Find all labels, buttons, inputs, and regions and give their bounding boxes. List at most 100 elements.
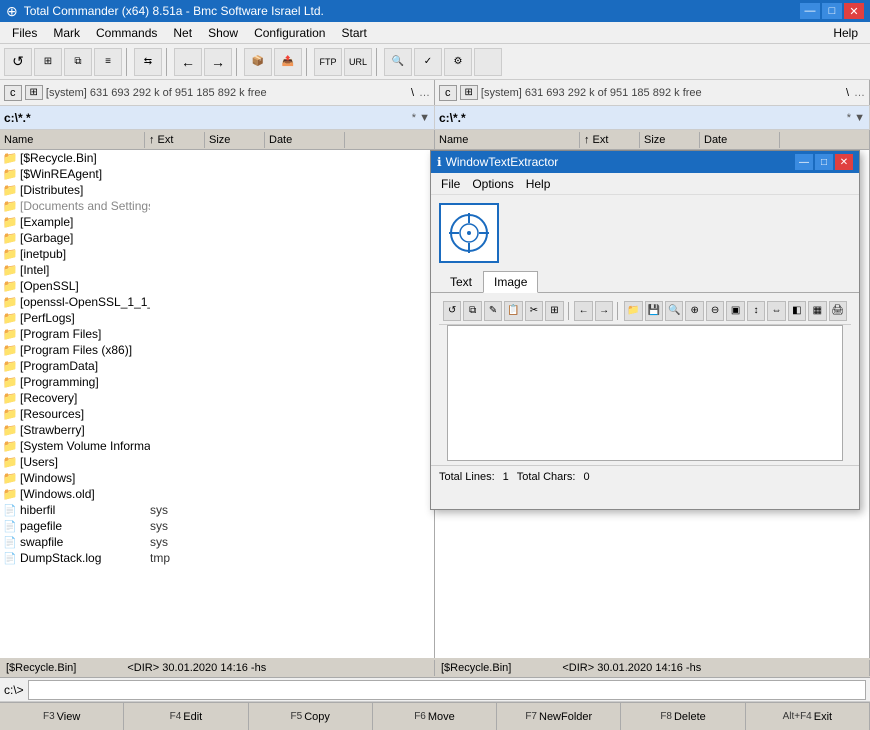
list-item[interactable]: 📁[Documents and Settings] bbox=[0, 198, 434, 214]
right-col-date[interactable]: Date bbox=[700, 132, 780, 148]
wte-tb-copy[interactable]: ⧉ bbox=[463, 301, 481, 321]
list-item[interactable]: 📁[System Volume Information] bbox=[0, 438, 434, 454]
wte-tb-edit[interactable]: ✎ bbox=[484, 301, 502, 321]
fkey-f7[interactable]: F7 NewFolder bbox=[497, 703, 621, 730]
cmd-input[interactable] bbox=[28, 680, 866, 700]
right-col-size[interactable]: Size bbox=[640, 132, 700, 148]
menu-files[interactable]: Files bbox=[4, 24, 45, 42]
list-item[interactable]: 📁[Strawberry] bbox=[0, 422, 434, 438]
list-item[interactable]: 📁[Garbage] bbox=[0, 230, 434, 246]
list-item[interactable]: 📄DumpStack.logtmp bbox=[0, 550, 434, 566]
right-col-name[interactable]: Name bbox=[435, 132, 580, 148]
tb-back[interactable]: ← bbox=[174, 48, 202, 76]
menu-commands[interactable]: Commands bbox=[88, 24, 165, 42]
wte-tb-refresh[interactable]: ↺ bbox=[443, 301, 461, 321]
tb-forward[interactable]: → bbox=[204, 48, 232, 76]
right-network-button[interactable]: ⊞ bbox=[460, 85, 478, 100]
wte-menu-file[interactable]: File bbox=[435, 175, 466, 193]
left-network-button[interactable]: ⊞ bbox=[25, 85, 43, 100]
list-item[interactable]: 📁[Recovery] bbox=[0, 390, 434, 406]
list-item[interactable]: 📁[Intel] bbox=[0, 262, 434, 278]
list-item[interactable]: 📁[Example] bbox=[0, 214, 434, 230]
close-button[interactable]: ✕ bbox=[844, 3, 864, 19]
menu-mark[interactable]: Mark bbox=[45, 24, 88, 42]
tb-properties[interactable]: ⚙ bbox=[444, 48, 472, 76]
wte-close[interactable]: ✕ bbox=[835, 154, 853, 170]
list-item[interactable]: 📄pagefilesys bbox=[0, 518, 434, 534]
wte-content-display[interactable] bbox=[447, 325, 843, 461]
list-item[interactable]: 📄hiberfilsys bbox=[0, 502, 434, 518]
wte-tb-fwd[interactable]: → bbox=[595, 301, 613, 321]
list-item[interactable]: 📁[Users] bbox=[0, 454, 434, 470]
left-col-name[interactable]: Name bbox=[0, 132, 145, 148]
tb-ftp[interactable]: FTP bbox=[314, 48, 342, 76]
list-item[interactable]: 📁[Program Files (x86)] bbox=[0, 342, 434, 358]
tb-copy-names[interactable]: ⧉ bbox=[64, 48, 92, 76]
left-file-panel[interactable]: 📁[$Recycle.Bin]📁[$WinREAgent]📁[Distribut… bbox=[0, 150, 435, 658]
maximize-button[interactable]: □ bbox=[822, 3, 842, 19]
menu-start[interactable]: Start bbox=[333, 24, 374, 42]
wte-tb-split[interactable]: ◧ bbox=[788, 301, 806, 321]
minimize-button[interactable]: — bbox=[800, 3, 820, 19]
tb-pack[interactable]: 📦 bbox=[244, 48, 272, 76]
wte-tb-print[interactable]: 🖨 bbox=[829, 301, 847, 321]
tb-refresh[interactable]: ↺ bbox=[4, 48, 32, 76]
tb-empty[interactable] bbox=[474, 48, 502, 76]
list-item[interactable]: 📁[Windows] bbox=[0, 470, 434, 486]
wte-tb-cut[interactable]: ✂ bbox=[525, 301, 543, 321]
tb-url[interactable]: URL bbox=[344, 48, 372, 76]
tb-select[interactable]: ✓ bbox=[414, 48, 442, 76]
menu-help[interactable]: Help bbox=[825, 24, 866, 42]
wte-maximize[interactable]: □ bbox=[815, 154, 833, 170]
wte-tb-grid[interactable]: ▦ bbox=[808, 301, 826, 321]
wte-tb-back[interactable]: ← bbox=[574, 301, 592, 321]
tb-find[interactable]: 🔍 bbox=[384, 48, 412, 76]
list-item[interactable]: 📁[Distributes] bbox=[0, 182, 434, 198]
tb-unpack[interactable]: 📤 bbox=[274, 48, 302, 76]
list-item[interactable]: 📁[inetpub] bbox=[0, 246, 434, 262]
list-item[interactable]: 📁[Program Files] bbox=[0, 326, 434, 342]
wte-menu-options[interactable]: Options bbox=[466, 175, 519, 193]
list-item[interactable]: 📄swapfilesys bbox=[0, 534, 434, 550]
fkey-f6[interactable]: F6 Move bbox=[373, 703, 497, 730]
fkey-f4[interactable]: F4 Edit bbox=[124, 703, 248, 730]
fkey-f5[interactable]: F5 Copy bbox=[249, 703, 373, 730]
menu-show[interactable]: Show bbox=[200, 24, 246, 42]
menu-net[interactable]: Net bbox=[165, 24, 200, 42]
wte-tab-text[interactable]: Text bbox=[439, 271, 483, 293]
wte-tb-fithoriz[interactable]: ⇔ bbox=[767, 301, 785, 321]
wte-crosshair-box[interactable] bbox=[439, 203, 499, 263]
tb-view-list[interactable]: ≡ bbox=[94, 48, 122, 76]
wte-tb-view[interactable]: ⊞ bbox=[545, 301, 563, 321]
list-item[interactable]: 📁[Programming] bbox=[0, 374, 434, 390]
list-item[interactable]: 📁[OpenSSL] bbox=[0, 278, 434, 294]
fkey-f8[interactable]: F8 Delete bbox=[621, 703, 745, 730]
tb-compare[interactable]: ⇆ bbox=[134, 48, 162, 76]
wte-tb-paste[interactable]: 📋 bbox=[504, 301, 522, 321]
list-item[interactable]: 📁[$Recycle.Bin] bbox=[0, 150, 434, 166]
wte-tb-save[interactable]: 💾 bbox=[645, 301, 663, 321]
fkey-altf4[interactable]: Alt+F4 Exit bbox=[746, 703, 870, 730]
wte-tb-open[interactable]: 📁 bbox=[624, 301, 642, 321]
right-col-ext[interactable]: ↑ Ext bbox=[580, 132, 640, 148]
tb-view-icons[interactable]: ⊞ bbox=[34, 48, 62, 76]
left-col-size[interactable]: Size bbox=[205, 132, 265, 148]
list-item[interactable]: 📁[Windows.old] bbox=[0, 486, 434, 502]
left-drive-button[interactable]: c bbox=[4, 85, 22, 101]
list-item[interactable]: 📁[$WinREAgent] bbox=[0, 166, 434, 182]
wte-tb-fitwidth[interactable]: ▣ bbox=[726, 301, 744, 321]
fkey-f3[interactable]: F3 View bbox=[0, 703, 124, 730]
wte-tb-find[interactable]: 🔍 bbox=[665, 301, 683, 321]
left-col-ext[interactable]: ↑ Ext bbox=[145, 132, 205, 148]
list-item[interactable]: 📁[Resources] bbox=[0, 406, 434, 422]
list-item[interactable]: 📁[ProgramData] bbox=[0, 358, 434, 374]
list-item[interactable]: 📁[openssl-OpenSSL_1_1_1a] bbox=[0, 294, 434, 310]
wte-menu-help[interactable]: Help bbox=[520, 175, 557, 193]
list-item[interactable]: 📁[PerfLogs] bbox=[0, 310, 434, 326]
wte-minimize[interactable]: — bbox=[795, 154, 813, 170]
wte-tab-image[interactable]: Image bbox=[483, 271, 538, 293]
wte-tb-zoomin[interactable]: ⊕ bbox=[685, 301, 703, 321]
right-drive-button[interactable]: c bbox=[439, 85, 457, 101]
menu-configuration[interactable]: Configuration bbox=[246, 24, 333, 42]
wte-tb-fitvert[interactable]: ↕ bbox=[747, 301, 765, 321]
